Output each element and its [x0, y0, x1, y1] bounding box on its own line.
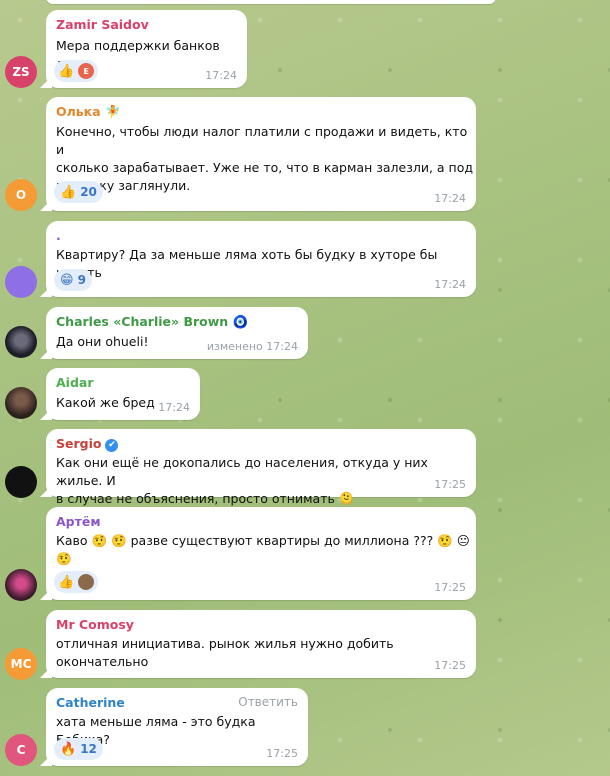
reaction-count: 9	[77, 273, 86, 287]
avatar[interactable]	[5, 569, 37, 601]
sender-name[interactable]: Charles «Charlie» Brown 🧿	[56, 314, 248, 330]
reaction-chip[interactable]: 🔥 12	[54, 738, 103, 760]
avatar[interactable]	[5, 326, 37, 358]
avatar[interactable]: MC	[5, 648, 37, 680]
reaction-count: 20	[80, 185, 97, 199]
fairy-emoji-icon: 🧚	[104, 104, 121, 119]
avatar[interactable]	[5, 466, 37, 498]
message-time: 17:24	[434, 278, 466, 291]
thumbs-up-icon: 👍	[58, 63, 75, 79]
message-time: изменено 17:24	[206, 340, 298, 353]
message-time: 17:25	[266, 747, 298, 760]
message-text: отличная инициатива. рынок жилья нужно д…	[56, 636, 394, 669]
sender-name[interactable]: Mr Comosy	[56, 617, 134, 632]
sender-name[interactable]: Catherine	[56, 695, 125, 710]
thumbs-up-icon: 👍	[60, 184, 77, 200]
avatar[interactable]	[5, 387, 37, 419]
reply-button[interactable]: Ответить	[238, 695, 298, 709]
message-text: Да они ohueli!	[56, 334, 149, 349]
reactor-avatar: E	[78, 63, 95, 79]
reaction-chip[interactable]: 😁 9	[54, 269, 92, 291]
message-bubble: Артём Каво 🤨 🤨 разве существуют квартиры…	[40, 507, 476, 600]
message-time: 17:25	[434, 659, 466, 672]
reaction-chip[interactable]: 👍	[54, 571, 99, 593]
message-bubble: Catherine Ответить хата меньше ляма - эт…	[40, 688, 308, 766]
message-text: Каво 🤨 🤨 разве существуют квартиры до ми…	[56, 533, 470, 566]
message-bubble: Aidar Какой же бред 17:24	[40, 368, 200, 420]
message-text: Квартиру? Да за меньше ляма хоть бы будк…	[56, 247, 438, 280]
message-time: 17:24	[205, 69, 237, 82]
message-bubble: Олька 🧚 Конечно, чтобы люди налог платил…	[40, 97, 476, 211]
reactor-avatar	[78, 574, 95, 590]
nazar-amulet-icon: 🧿	[232, 314, 249, 329]
reaction-chip[interactable]: 👍 20	[54, 181, 103, 203]
sender-name[interactable]: Олька 🧚	[56, 104, 121, 120]
melting-face-icon: 🫠	[338, 491, 355, 506]
avatar[interactable]: C	[5, 734, 37, 766]
fire-icon: 🔥	[60, 741, 77, 757]
reaction-chip[interactable]: 👍 E	[54, 60, 99, 82]
message-time: 17:24	[158, 401, 190, 414]
message-text: Конечно, чтобы люди налог платили с прод…	[56, 124, 474, 193]
message-bubble: Charles «Charlie» Brown 🧿 Да они ohueli!…	[40, 307, 308, 359]
sender-name[interactable]: .	[56, 228, 61, 243]
message-time: 17:25	[434, 478, 466, 491]
message-time: 17:24	[434, 192, 466, 205]
avatar[interactable]: ZS	[5, 56, 37, 88]
message-bubble-cutoff	[46, 0, 496, 4]
reaction-count: 12	[80, 742, 97, 756]
message-bubble: . Квартиру? Да за меньше ляма хоть бы бу…	[40, 221, 476, 297]
sender-name[interactable]: Артём	[56, 514, 101, 529]
thumbs-up-icon: 👍	[58, 574, 75, 590]
sender-name[interactable]: Sergio ✔	[56, 436, 119, 452]
avatar[interactable]: О	[5, 179, 37, 211]
sender-name[interactable]: Aidar	[56, 375, 94, 390]
avatar[interactable]	[5, 266, 37, 298]
message-bubble: Sergio ✔ Как они ещё не докопались до нас…	[40, 429, 476, 506]
message-text: Как они ещё не докопались до населения, …	[56, 455, 428, 506]
grinning-face-icon: 😁	[60, 272, 74, 288]
message-text: Какой же бред	[56, 395, 155, 410]
verified-icon: ✔	[105, 439, 119, 452]
message-bubble: Mr Comosy отличная инициатива. рынок жил…	[40, 610, 476, 678]
sender-name[interactable]: Zamir Saidov	[56, 17, 149, 32]
message-time: 17:25	[434, 581, 466, 594]
message-bubble: Zamir Saidov Мера поддержки банков лол 👍…	[40, 10, 247, 88]
